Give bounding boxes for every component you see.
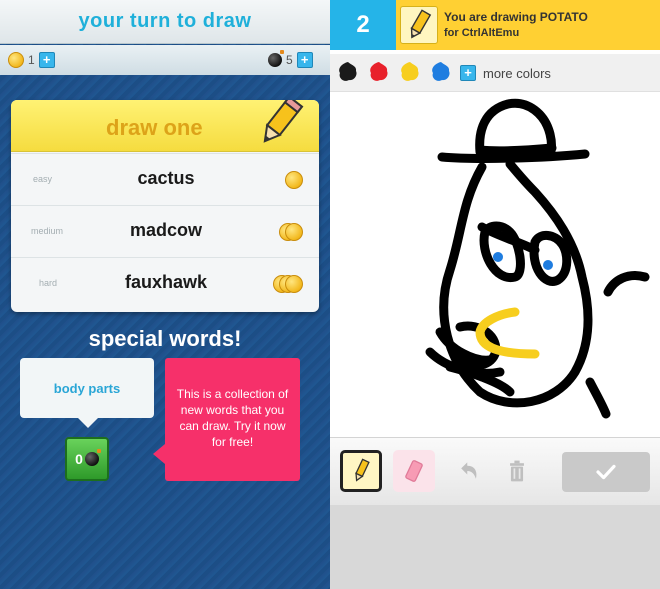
bombs-stat: 5 +: [268, 50, 313, 69]
pencil-icon: [355, 458, 370, 482]
special-words-info: This is a collection of new words that y…: [153, 358, 300, 481]
round-indicator: 2: [330, 0, 396, 50]
word-option-medium[interactable]: medium madcow: [11, 205, 319, 257]
drawing-recipient-label: for CtrlAltEmu: [444, 27, 520, 39]
done-button[interactable]: [562, 452, 650, 492]
difficulty-label: medium: [31, 226, 64, 236]
use-bomb-button[interactable]: 0: [65, 437, 109, 481]
coin-icon: [285, 275, 303, 293]
coin-reward: [273, 275, 303, 293]
special-category-label: body parts: [53, 380, 121, 396]
round-number: 2: [356, 11, 370, 38]
drawing-canvas[interactable]: [330, 92, 660, 437]
buy-coins-button[interactable]: +: [38, 52, 55, 68]
drawing-screen: 2 You are drawing POTATO for CtrlAltEmu: [330, 0, 660, 589]
undo-icon: [461, 462, 477, 479]
buy-bombs-button[interactable]: +: [296, 52, 313, 68]
pencil-icon: [400, 6, 438, 44]
word-label: cactus: [137, 168, 195, 188]
word-option-easy[interactable]: easy cactus: [11, 153, 319, 205]
trash-icon: [510, 460, 524, 482]
drawing-header: 2 You are drawing POTATO for CtrlAltEmu: [330, 0, 660, 50]
word-selection-screen: your turn to draw 1 + 5 + draw one easy …: [0, 0, 330, 589]
bomb-icon: [268, 50, 284, 67]
stats-bar: 1 + 5 +: [0, 45, 330, 75]
coins-stat: 1 +: [8, 51, 55, 69]
pencil-tool-button[interactable]: [340, 450, 382, 492]
more-colors-button[interactable]: +: [460, 65, 476, 81]
coin-reward: [279, 223, 303, 241]
difficulty-label: hard: [39, 278, 58, 288]
potato-drawing: [425, 98, 650, 419]
black-paint-swatch[interactable]: [336, 60, 360, 84]
word-label: madcow: [129, 220, 203, 240]
draw-one-label: draw one: [106, 115, 203, 140]
undo-button[interactable]: [448, 450, 490, 492]
drawing-banner: You are drawing POTATO for CtrlAltEmu: [396, 0, 660, 50]
special-words-title: special words!: [88, 326, 242, 351]
drawing-toolbar: [330, 437, 660, 505]
color-palette: + more colors: [330, 54, 660, 92]
word-option-hard[interactable]: hard fauxhawk: [11, 257, 319, 309]
coins-count: 1: [28, 53, 35, 67]
screen-title: your turn to draw: [78, 10, 252, 32]
difficulty-label: easy: [33, 174, 53, 184]
pencil-icon: [263, 100, 304, 143]
bomb-button-count: 0: [75, 451, 83, 467]
word-label: fauxhawk: [124, 272, 208, 292]
coin-icon: [8, 52, 24, 68]
more-colors-label[interactable]: more colors: [483, 66, 551, 81]
checkmark-icon: [596, 464, 616, 480]
yellow-paint-swatch[interactable]: [398, 60, 422, 84]
draw-one-card: draw one easy cactus medium madcow hard …: [11, 100, 319, 312]
left-title-bar: your turn to draw: [0, 0, 330, 44]
eraser-icon: [405, 460, 423, 482]
coin-icon: [285, 171, 303, 189]
draw-one-header: draw one: [11, 100, 319, 152]
bombs-count: 5: [286, 53, 293, 67]
eraser-tool-button[interactable]: [393, 450, 435, 492]
bottom-area: [330, 505, 660, 589]
drawing-word-label: You are drawing POTATO: [444, 10, 588, 24]
red-paint-swatch[interactable]: [367, 60, 391, 84]
coin-icon: [285, 223, 303, 241]
clear-canvas-button[interactable]: [496, 450, 538, 492]
coin-reward: [285, 171, 303, 189]
blue-paint-swatch[interactable]: [429, 60, 453, 84]
bomb-icon: [84, 449, 101, 466]
special-category-bubble[interactable]: body parts: [20, 358, 154, 428]
